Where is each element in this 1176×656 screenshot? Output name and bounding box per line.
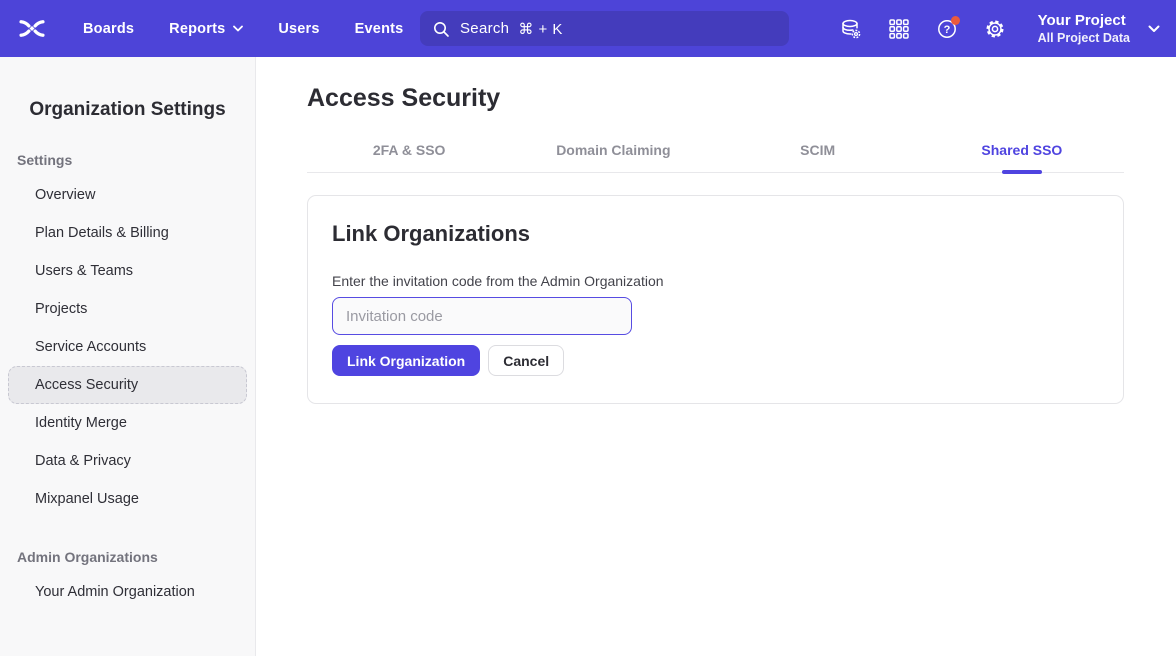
nav-item-users[interactable]: Users xyxy=(278,21,319,37)
main-content: Access Security 2FA & SSO Domain Claimin… xyxy=(256,57,1176,656)
chevron-down-icon xyxy=(1148,25,1160,33)
gear-icon[interactable] xyxy=(984,18,1006,40)
sidebar-item-label: Your Admin Organization xyxy=(35,584,195,600)
page-title: Access Security xyxy=(307,83,1124,113)
project-info: Your Project All Project Data xyxy=(1038,11,1130,46)
sidebar-item-label: Data & Privacy xyxy=(35,453,131,469)
tab-label: Shared SSO xyxy=(981,142,1062,158)
sidebar-item-service-accounts[interactable]: Service Accounts xyxy=(8,328,247,366)
sidebar-title: Organization Settings xyxy=(0,99,255,121)
card-actions: Link Organization Cancel xyxy=(332,345,1099,376)
nav-item-label: Reports xyxy=(169,21,225,37)
sidebar-item-label: Service Accounts xyxy=(35,339,146,355)
sidebar-item-label: Access Security xyxy=(35,377,138,393)
sidebar-item-overview[interactable]: Overview xyxy=(8,176,247,214)
tab-label: SCIM xyxy=(800,142,835,158)
notification-badge xyxy=(951,16,960,25)
apps-grid-icon[interactable] xyxy=(888,18,910,40)
nav-item-boards[interactable]: Boards xyxy=(83,21,134,37)
tab-scim[interactable]: SCIM xyxy=(716,129,920,172)
svg-text:?: ? xyxy=(943,24,950,36)
top-nav-bar: Boards Reports Users Events Search ⌘ + K xyxy=(0,0,1176,57)
tab-bar: 2FA & SSO Domain Claiming SCIM Shared SS… xyxy=(307,129,1124,173)
search-input[interactable]: Search ⌘ + K xyxy=(420,11,789,46)
tab-label: Domain Claiming xyxy=(556,142,670,158)
sidebar-item-access-security[interactable]: Access Security xyxy=(8,366,247,404)
tab-label: 2FA & SSO xyxy=(373,142,446,158)
nav-item-events[interactable]: Events xyxy=(355,21,404,37)
sidebar-item-label: Identity Merge xyxy=(35,415,127,431)
sidebar-item-label: Mixpanel Usage xyxy=(35,491,139,507)
sidebar-item-label: Projects xyxy=(35,301,87,317)
database-gear-icon[interactable] xyxy=(840,18,862,40)
tab-2fa-sso[interactable]: 2FA & SSO xyxy=(307,129,511,172)
sidebar-item-users-teams[interactable]: Users & Teams xyxy=(8,252,247,290)
tab-shared-sso[interactable]: Shared SSO xyxy=(920,129,1124,172)
card-title: Link Organizations xyxy=(332,221,1099,247)
sidebar-item-data-privacy[interactable]: Data & Privacy xyxy=(8,442,247,480)
main-nav: Boards Reports Users Events xyxy=(83,0,403,57)
nav-item-label: Boards xyxy=(83,21,134,37)
sidebar-item-mixpanel-usage[interactable]: Mixpanel Usage xyxy=(8,480,247,518)
invitation-code-input[interactable] xyxy=(332,297,632,335)
tab-domain-claiming[interactable]: Domain Claiming xyxy=(511,129,715,172)
sidebar-item-label: Overview xyxy=(35,187,95,203)
nav-item-reports[interactable]: Reports xyxy=(169,21,243,37)
project-name: Your Project xyxy=(1038,11,1126,30)
sidebar-item-plan-details-billing[interactable]: Plan Details & Billing xyxy=(8,214,247,252)
search-shortcut-hint: ⌘ + K xyxy=(518,20,563,38)
nav-item-label: Events xyxy=(355,21,404,37)
search-icon xyxy=(432,20,450,38)
header-actions: ? Your Project All Project Data xyxy=(840,0,1160,57)
settings-sidebar: Organization Settings Settings Overview … xyxy=(0,57,256,656)
sidebar-item-projects[interactable]: Projects xyxy=(8,290,247,328)
search-placeholder: Search xyxy=(460,20,509,37)
project-subtitle: All Project Data xyxy=(1038,30,1130,46)
sidebar-item-label: Users & Teams xyxy=(35,263,133,279)
sidebar-item-your-admin-organization[interactable]: Your Admin Organization xyxy=(8,573,247,611)
nav-item-label: Users xyxy=(278,21,319,37)
invitation-code-description: Enter the invitation code from the Admin… xyxy=(332,273,1099,289)
chevron-down-icon xyxy=(233,25,243,32)
sidebar-item-label: Plan Details & Billing xyxy=(35,225,169,241)
help-question-icon[interactable]: ? xyxy=(936,18,958,40)
link-organizations-card: Link Organizations Enter the invitation … xyxy=(307,195,1124,404)
mixpanel-logo[interactable] xyxy=(16,15,48,42)
cancel-button[interactable]: Cancel xyxy=(488,345,564,376)
link-organization-button[interactable]: Link Organization xyxy=(332,345,480,376)
project-switcher[interactable]: Your Project All Project Data xyxy=(1038,11,1160,46)
sidebar-item-identity-merge[interactable]: Identity Merge xyxy=(8,404,247,442)
sidebar-section-admin-organizations: Admin Organizations xyxy=(17,549,255,565)
sidebar-section-settings: Settings xyxy=(17,152,255,168)
